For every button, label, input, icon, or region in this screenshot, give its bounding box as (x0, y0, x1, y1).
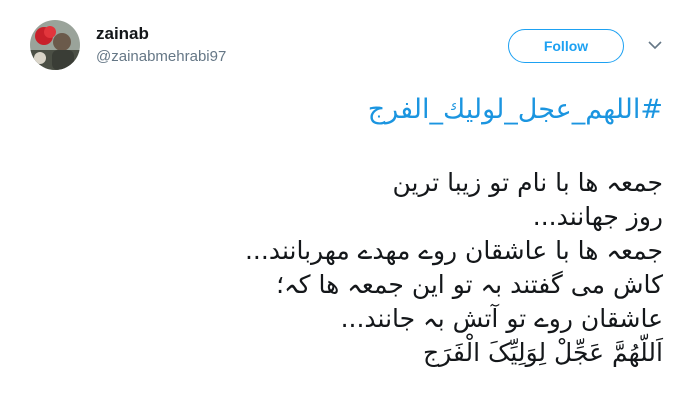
avatar[interactable] (30, 20, 80, 70)
tweet-text: #اللهم_عجل_لولیك_الفرج جمعہ ها با نام تو… (23, 92, 663, 370)
author-name[interactable]: zainab (96, 24, 149, 44)
tweet-line: جمعہ ها با نام تو زیبا ترین (392, 168, 663, 197)
follow-button[interactable]: Follow (508, 29, 624, 63)
hashtag-link[interactable]: #اللهم_عجل_لولیك_الفرج (23, 92, 663, 128)
tweet-line: کاش مى گفتند بہ تو این جمعہ ها کہ؛ (276, 270, 663, 299)
tweet-line: جمعہ ها با عاشقان روے مهدے مهربانند... (244, 236, 663, 265)
tweet-line: روز جهانند... (532, 202, 663, 231)
tweet-header: zainab @zainabmehrabi97 Follow (0, 0, 700, 90)
chevron-down-icon[interactable] (646, 38, 664, 52)
avatar-image (30, 20, 80, 70)
tweet-lines: جمعہ ها با نام تو زیبا ترین روز جهانند..… (23, 166, 663, 370)
tweet-line: اَللّهُمَّ عَجِّلْ لِوَلِیِّکَ الْفَرَج (422, 338, 663, 367)
tweet-line: عاشقان روے تو آتش بہ جانند... (340, 304, 663, 333)
author-handle[interactable]: @zainabmehrabi97 (96, 48, 226, 65)
